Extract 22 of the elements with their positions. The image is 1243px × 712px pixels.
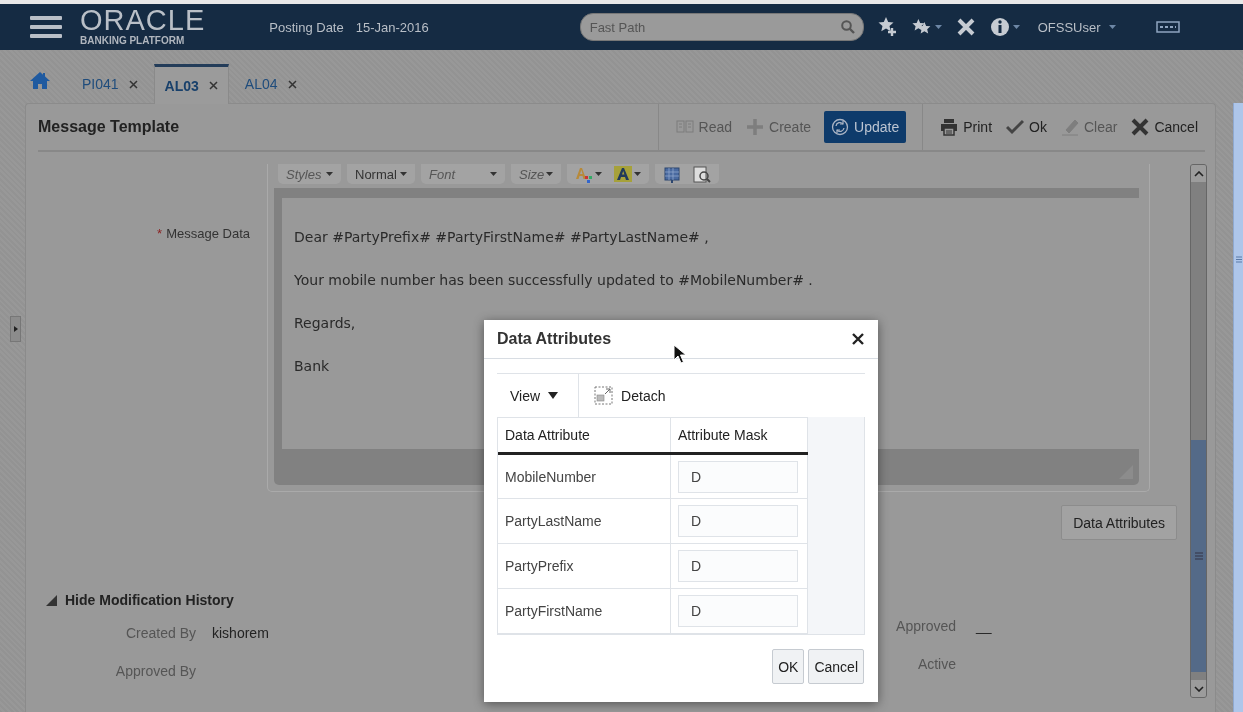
editor-paragraph: Regards, xyxy=(294,314,357,332)
field-label: Active xyxy=(916,656,956,672)
field-value: __ xyxy=(976,618,992,634)
table-cell: PartyFirstName xyxy=(498,588,671,634)
required-mark: * xyxy=(157,226,163,241)
logo-subtitle: BANKING PLATFORM xyxy=(80,36,186,46)
posting-date: 15-Jan-2016 xyxy=(355,19,429,35)
editor-paragraph: Bank xyxy=(294,357,331,375)
field-label: Approved By xyxy=(114,663,196,679)
editor-paragraph: Dear #PartyPrefix# #PartyFirstName# #PartyLastName# , xyxy=(294,228,710,246)
editor-paragraph: Your mobile number has been successfully updated to #MobileNumber# . xyxy=(294,271,814,289)
table-cell: PartyLastName xyxy=(498,498,671,544)
field-label: Created By xyxy=(124,625,196,641)
panel-title: Message Template xyxy=(38,118,181,136)
table-cell: MobileNumber xyxy=(498,453,671,499)
logo-text: ORACLE xyxy=(80,6,206,35)
table-cell: PartyPrefix xyxy=(498,543,671,589)
field-label: Message Data xyxy=(166,226,250,241)
field-value: kishorem xyxy=(212,625,269,641)
dialog-title: Data Attributes xyxy=(497,330,612,348)
posting-date-label: Posting Date xyxy=(269,19,344,35)
field-label: Approved xyxy=(895,618,956,634)
